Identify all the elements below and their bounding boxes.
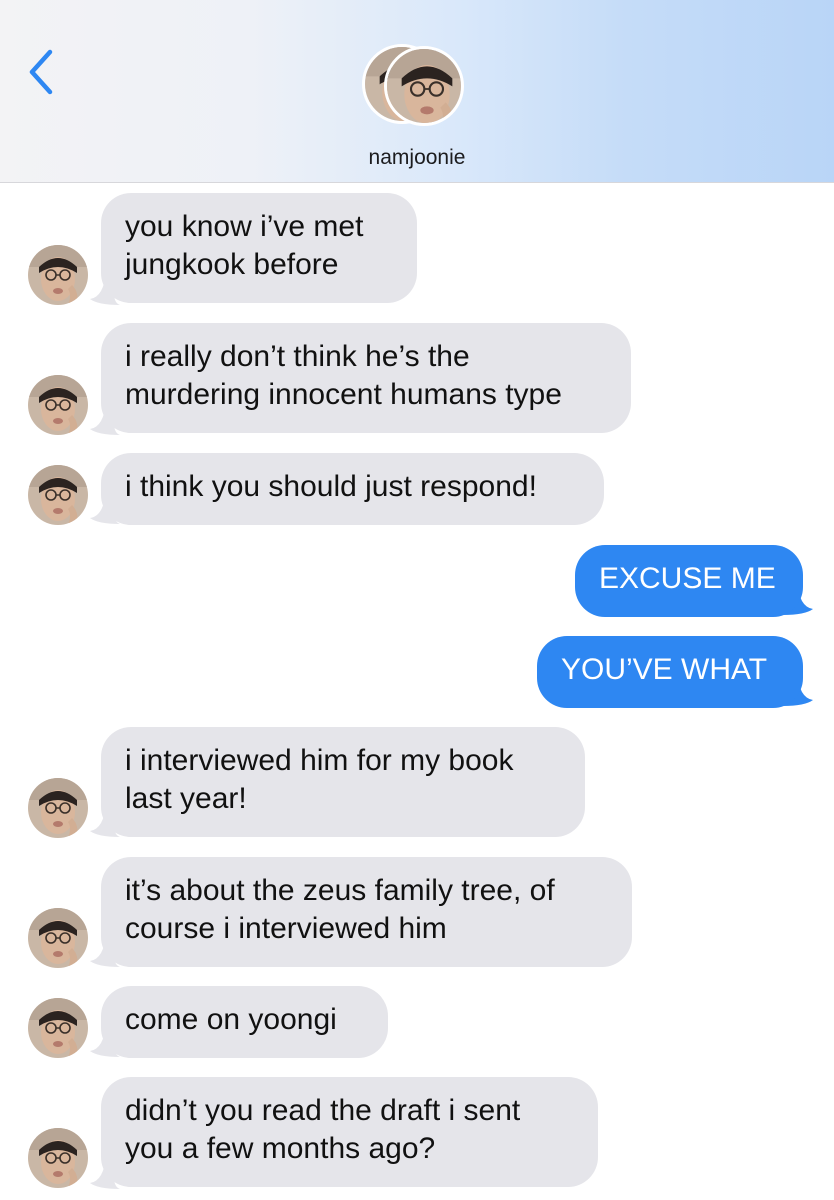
chevron-left-icon — [29, 49, 53, 95]
contact-name[interactable]: namjoonie — [0, 146, 834, 170]
message-bubble-incoming[interactable]: didn’t you read the draft i sent you a f… — [101, 1077, 598, 1187]
message-bubble-incoming[interactable]: i think you should just respond! — [101, 453, 604, 525]
conversation-header: namjoonie — [0, 0, 834, 183]
message-bubble-incoming[interactable]: you know i’ve met jungkook before — [101, 193, 417, 303]
message-bubble-outgoing[interactable]: EXCUSE ME — [575, 545, 803, 617]
message-thread: you know i’ve met jungkook before i real… — [0, 183, 834, 1200]
message-bubble-incoming[interactable]: i interviewed him for my book last year! — [101, 727, 585, 837]
sender-avatar — [28, 465, 88, 525]
sender-avatar — [28, 908, 88, 968]
sender-avatar — [28, 1128, 88, 1188]
message-bubble-outgoing[interactable]: YOU’VE WHAT — [537, 636, 803, 708]
sender-avatar — [28, 245, 88, 305]
sender-avatar — [28, 998, 88, 1058]
message-bubble-incoming[interactable]: i really don’t think he’s the murdering … — [101, 323, 631, 433]
contact-avatar[interactable] — [362, 44, 472, 132]
sender-avatar — [28, 778, 88, 838]
sender-avatar — [28, 375, 88, 435]
contact-avatar-front — [384, 46, 464, 126]
message-bubble-incoming[interactable]: it’s about the zeus family tree, of cour… — [101, 857, 632, 967]
message-bubble-incoming[interactable]: come on yoongi — [101, 986, 388, 1058]
back-button[interactable] — [22, 44, 62, 100]
